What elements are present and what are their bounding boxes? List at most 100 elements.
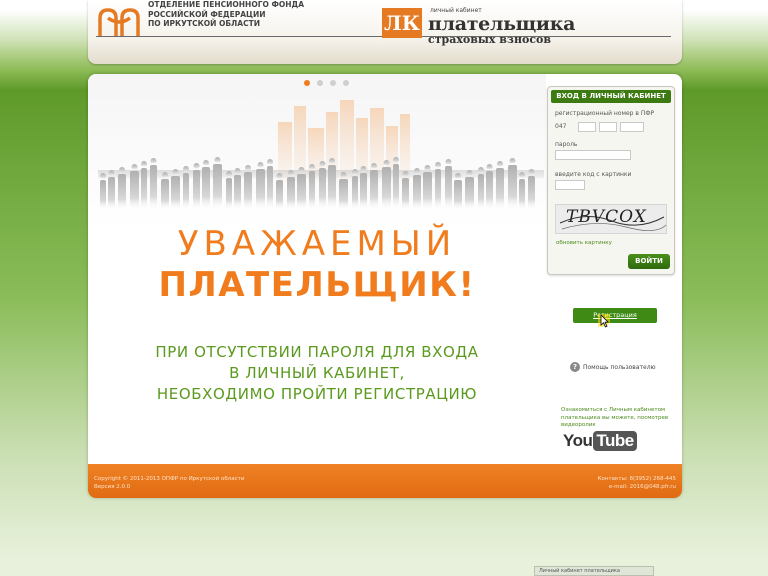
crowd-person-head — [162, 172, 168, 178]
refresh-captcha-link[interactable]: обновить картинку — [556, 240, 612, 246]
crowd-person-body — [213, 164, 222, 210]
captcha-text: TBVCOX — [566, 207, 647, 227]
taskbar-window-button[interactable]: Личный кабинет плательщика — [534, 566, 654, 576]
crowd-person-head — [466, 170, 473, 176]
crowd-person-body — [465, 177, 474, 210]
footer-left-line-2: Версия 2.0.0 — [94, 484, 131, 490]
pfr-line-3: по Иркутской области — [148, 19, 260, 28]
youtube-you-text: You — [563, 431, 593, 450]
crowd-person-body — [287, 177, 295, 210]
crowd-person-body — [352, 176, 358, 210]
slider-dot-4[interactable] — [343, 80, 349, 86]
crowd-person-head — [445, 159, 452, 165]
register-button[interactable]: Регистрация — [573, 308, 657, 323]
crowd-person-head — [108, 170, 115, 176]
hero-message: ПРИ ОТСУТСТВИИ ПАРОЛЯ ДЛЯ ВХОДА В ЛИЧНЫЙ… — [88, 342, 546, 405]
crowd-person-body — [256, 169, 265, 210]
crowd-person-body — [519, 179, 525, 210]
footer-right-line-2[interactable]: e-mail: 2016@048.pfr.ru — [598, 483, 676, 491]
pfr-line-2: Российской Федерации — [148, 9, 266, 19]
crowd-person-body — [454, 180, 462, 210]
crowd-person-head — [214, 157, 221, 163]
footer-copyright: Copyright © 2011-2013 ОПФР по Иркутской … — [94, 475, 244, 491]
youtube-logo-icon[interactable]: You Tube — [563, 431, 637, 451]
password-input[interactable] — [555, 150, 631, 160]
help-icon: ? — [570, 362, 580, 372]
crowd-person-head — [424, 165, 431, 171]
lk-title: плательщика — [428, 13, 576, 35]
crowd-person-head — [131, 164, 138, 170]
crowd-person-head — [183, 166, 189, 172]
crowd-person-body — [226, 178, 232, 210]
crowd-person-head — [141, 161, 147, 167]
crowd-person-body — [100, 180, 106, 210]
slider-dot-3[interactable] — [330, 80, 336, 86]
crowd-person-head — [193, 163, 200, 169]
crowd-skyline-illustration — [98, 100, 544, 210]
password-label: пароль — [555, 141, 578, 148]
crowd-person-body — [445, 166, 452, 210]
crowd-person-body — [435, 169, 441, 210]
mouse-cursor-icon — [598, 314, 610, 328]
crowd-person-body — [276, 180, 283, 210]
pfr-org-name: Отделение Пенсионного Фонда Российской Ф… — [148, 0, 318, 29]
reg-number-part-1[interactable] — [578, 122, 596, 132]
hero-message-line-3: НЕОБХОДИМО ПРОЙТИ РЕГИСТРАЦИЮ — [156, 385, 478, 403]
slider-dot-2[interactable] — [317, 80, 323, 86]
reg-number-part-3[interactable] — [620, 122, 644, 132]
slider-dot-1[interactable] — [304, 80, 310, 86]
crowd-person-head — [371, 163, 377, 169]
crowd-person-body — [141, 168, 147, 210]
crowd-person-body — [244, 172, 252, 210]
lk-badge: ЛК — [382, 8, 422, 38]
crowd-person-body — [161, 179, 169, 210]
crowd-person-body — [130, 171, 139, 210]
crowd-person-body — [423, 172, 432, 210]
crowd-person-body — [108, 177, 115, 210]
crowd-person-body — [486, 171, 493, 210]
youtube-description[interactable]: Ознакомиться с Личным кабинетом плательщ… — [561, 407, 673, 430]
crowd-person-body — [496, 168, 504, 210]
reg-number-label: регистрационный номер в ПФР — [555, 110, 655, 117]
help-link[interactable]: ? Помощь пользователю — [570, 362, 656, 372]
crowd-person-head — [528, 169, 535, 175]
crowd-person-body — [360, 173, 367, 210]
pfr-line-1: Отделение Пенсионного Фонда — [148, 0, 305, 9]
crowd-person-body — [508, 165, 517, 210]
crowd-person-body — [478, 174, 484, 210]
slider-dots — [304, 80, 349, 86]
crowd-person-head — [226, 171, 232, 177]
reg-number-prefix: 047 — [555, 123, 567, 130]
crowd-person-body — [319, 168, 326, 210]
crowd-person-head — [267, 159, 273, 165]
crowd-person-body — [328, 165, 336, 210]
lk-subtitle: страховых взносов — [428, 33, 552, 46]
crowd-person-head — [414, 168, 420, 174]
crowd-person-body — [413, 175, 421, 210]
login-panel: ВХОД В ЛИЧНЫЙ КАБИНЕТ регистрационный но… — [547, 86, 675, 275]
footer-contacts: Контакты: 8(3952) 268-445 e-mail: 2016@0… — [598, 475, 676, 491]
crowd-person-head — [100, 173, 106, 179]
crowd-person-head — [478, 167, 484, 173]
login-submit-button[interactable]: ВОЙТИ — [628, 254, 670, 269]
crowd-person-body — [267, 166, 273, 210]
crowd-person-body — [393, 164, 399, 210]
crowd-person-body — [382, 167, 391, 210]
crowd-person-head — [393, 157, 399, 163]
crowd-person-head — [497, 161, 503, 167]
crowd-person-head — [150, 158, 157, 164]
hero-message-line-2: В ЛИЧНЫЙ КАБИНЕТ, — [229, 364, 405, 382]
site-header: Отделение Пенсионного Фонда Российской Ф… — [88, 0, 682, 64]
hero-message-line-1: ПРИ ОТСУТСТВИИ ПАРОЛЯ ДЛЯ ВХОДА — [155, 343, 479, 361]
captcha-input[interactable] — [555, 180, 585, 190]
reg-number-part-2[interactable] — [599, 122, 617, 132]
hero-title-line-1: УВАЖАЕМЫЙ — [177, 224, 457, 264]
crowd-person-head — [276, 173, 283, 179]
crowd-person-head — [245, 165, 251, 171]
hero-title-line-2: ПЛАТЕЛЬЩИК! — [158, 265, 476, 305]
crowd-person-head — [257, 162, 264, 168]
youtube-tube-text: Tube — [593, 431, 637, 451]
crowd-person-body — [183, 173, 189, 210]
crowd-person-head — [509, 158, 516, 164]
crowd-person-body — [339, 179, 348, 210]
